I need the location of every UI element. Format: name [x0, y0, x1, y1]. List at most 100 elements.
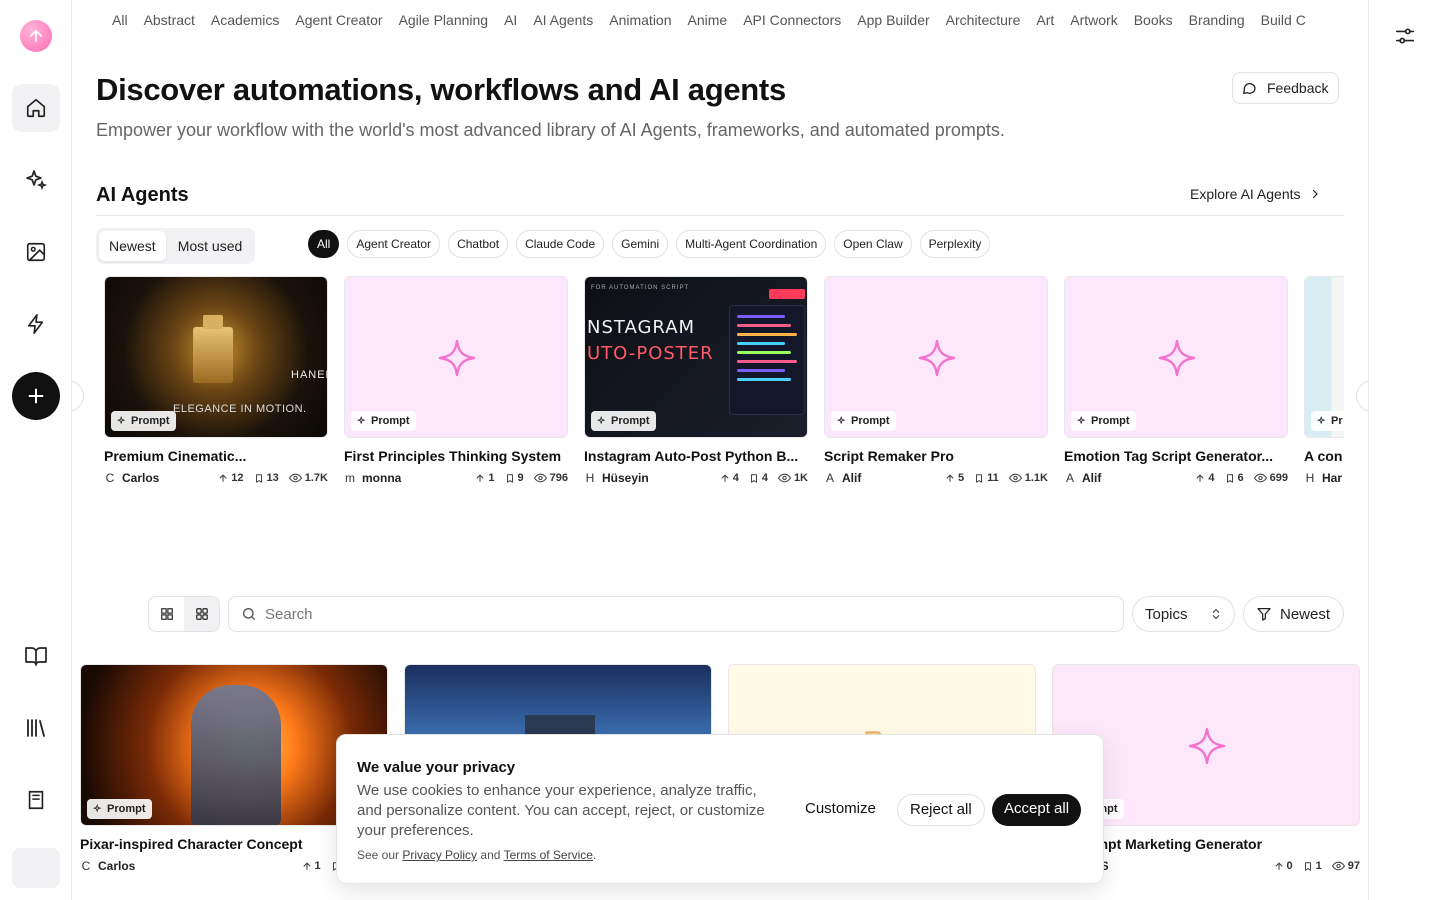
- save-stat[interactable]: 11: [974, 472, 999, 484]
- cookie-title: We value your privacy: [357, 759, 516, 776]
- topic-link[interactable]: Artwork: [1070, 12, 1117, 28]
- category-chip[interactable]: Perplexity: [919, 230, 991, 258]
- explore-agents-link[interactable]: Explore AI Agents: [1190, 186, 1321, 202]
- save-count: 9: [517, 472, 524, 484]
- nav-ai[interactable]: [12, 156, 60, 204]
- topic-link[interactable]: Agile Planning: [399, 12, 489, 28]
- nav-guides[interactable]: [12, 776, 60, 824]
- save-count: 4: [761, 472, 768, 484]
- topic-link[interactable]: AI Agents: [533, 12, 593, 28]
- view-count: 1.1K: [1024, 472, 1048, 484]
- agent-card[interactable]: HANEL ELEGANCE IN MOTION.Prompt Premium Ci…: [104, 276, 328, 486]
- card-author[interactable]: m monna: [344, 471, 475, 485]
- perfume-bottle-shape: [193, 327, 233, 383]
- topic-link[interactable]: Abstract: [144, 12, 195, 28]
- save-stat[interactable]: 6: [1225, 472, 1244, 484]
- carousel-next-button[interactable]: [1356, 380, 1368, 412]
- search-input[interactable]: [265, 605, 1085, 623]
- chevron-up-down-icon: [1212, 608, 1220, 620]
- card-author[interactable]: C Carlos: [80, 859, 302, 873]
- topic-link[interactable]: Branding: [1189, 12, 1245, 28]
- nav-automations[interactable]: [12, 300, 60, 348]
- carousel-prev-button[interactable]: [72, 380, 84, 412]
- message-icon: [1243, 83, 1256, 94]
- save-stat[interactable]: 13: [254, 472, 279, 484]
- agent-card[interactable]: Prompt Script Remaker Pro A Alif 5 11 1.1K: [824, 276, 1048, 486]
- privacy-policy-link[interactable]: Privacy Policy: [402, 848, 477, 862]
- thumb-tagline-text: ELEGANCE IN MOTION.: [173, 403, 307, 415]
- search-icon: [243, 608, 255, 620]
- card-author[interactable]: A Alif: [824, 471, 945, 485]
- upvote-stat[interactable]: 5: [945, 472, 964, 484]
- author-initial: H: [585, 471, 595, 485]
- topic-link[interactable]: Art: [1036, 12, 1054, 28]
- code-line: [737, 315, 785, 318]
- badge-label: Prompt: [1091, 415, 1130, 427]
- view-grid-large-button[interactable]: [149, 597, 184, 631]
- upvote-count: 12: [231, 472, 244, 484]
- upvote-stat[interactable]: 1: [475, 472, 495, 484]
- category-chip[interactable]: All: [308, 230, 340, 258]
- card-author[interactable]: H Har: [1304, 471, 1344, 485]
- save-stat[interactable]: 4: [749, 472, 768, 484]
- category-chip[interactable]: Agent Creator: [347, 230, 441, 258]
- topic-link[interactable]: API Connectors: [743, 12, 841, 28]
- save-count: 13: [266, 472, 279, 484]
- agent-card[interactable]: Prompt Emotion Tag Script Generator... A Al…: [1064, 276, 1288, 486]
- topics-select[interactable]: Topics: [1132, 596, 1235, 632]
- topic-link[interactable]: Agent Creator: [295, 12, 382, 28]
- topic-link[interactable]: Architecture: [946, 12, 1021, 28]
- nav-images[interactable]: [12, 228, 60, 276]
- nav-library[interactable]: [12, 704, 60, 752]
- upvote-stat[interactable]: 0: [1274, 860, 1293, 872]
- topic-link[interactable]: Books: [1134, 12, 1173, 28]
- code-line: [737, 378, 791, 381]
- code-line: [737, 369, 785, 372]
- topic-link[interactable]: AI: [504, 12, 517, 28]
- sort-tab-newest[interactable]: Newest: [99, 231, 166, 261]
- nav-docs[interactable]: [12, 632, 60, 680]
- accept-all-button[interactable]: Accept all: [992, 794, 1082, 826]
- upvote-stat[interactable]: 12: [218, 472, 244, 484]
- settings-button[interactable]: [1391, 22, 1419, 50]
- category-chip[interactable]: Chatbot: [448, 230, 509, 258]
- save-count: 1: [1315, 860, 1322, 872]
- save-stat[interactable]: 9: [505, 472, 524, 484]
- upvote-stat[interactable]: 4: [720, 472, 739, 484]
- create-button[interactable]: [12, 372, 60, 420]
- category-chip[interactable]: Open Claw: [834, 230, 912, 258]
- feedback-button[interactable]: Feedback: [1232, 72, 1340, 104]
- agent-card[interactable]: Pr A con H Har: [1304, 276, 1344, 486]
- agents-carousel: HANELELEGANCE IN MOTION.PromptPremium Ci…: [104, 276, 1344, 496]
- topic-link[interactable]: Build C: [1261, 12, 1306, 28]
- app-logo[interactable]: [20, 20, 52, 52]
- card-author[interactable]: C Carlos: [104, 471, 218, 485]
- category-chip[interactable]: Multi-Agent Coordination: [676, 230, 827, 258]
- sort-tab-most-used[interactable]: Most used: [168, 231, 253, 261]
- reject-all-button[interactable]: Reject all: [897, 794, 985, 826]
- card-author[interactable]: H Hüseyin: [584, 471, 720, 485]
- nav-home[interactable]: [12, 84, 60, 132]
- thumb-brand-text: HANEL: [291, 369, 327, 381]
- category-chip[interactable]: Gemini: [612, 230, 669, 258]
- agent-card[interactable]: FOR AUTOMATION SCRIPT NSTAGRAM UTO-POSTER P…: [584, 276, 808, 486]
- save-stat[interactable]: 1: [1303, 860, 1322, 872]
- view-grid-small-button[interactable]: [184, 597, 219, 631]
- topic-link[interactable]: Anime: [688, 12, 728, 28]
- topic-link[interactable]: App Builder: [857, 12, 929, 28]
- sort-select[interactable]: Newest: [1243, 596, 1344, 632]
- customize-button[interactable]: Customize: [793, 794, 888, 826]
- upvote-stat[interactable]: 1: [302, 860, 321, 872]
- user-menu[interactable]: [12, 848, 60, 888]
- terms-link[interactable]: Terms of Service: [504, 848, 593, 862]
- agent-card[interactable]: Prompt First Principles Thinking System m m…: [344, 276, 568, 486]
- view-stat: 1.7K: [288, 472, 328, 484]
- topic-link[interactable]: Animation: [609, 12, 671, 28]
- upvote-stat[interactable]: 4: [1195, 472, 1215, 484]
- topic-link[interactable]: All: [112, 12, 128, 28]
- card-author[interactable]: A Alif: [1064, 471, 1195, 485]
- topic-link[interactable]: Academics: [211, 12, 279, 28]
- prompt-sparkle-icon: [837, 416, 846, 425]
- category-chip[interactable]: Claude Code: [516, 230, 605, 258]
- topic-nav-fade: [1308, 8, 1368, 36]
